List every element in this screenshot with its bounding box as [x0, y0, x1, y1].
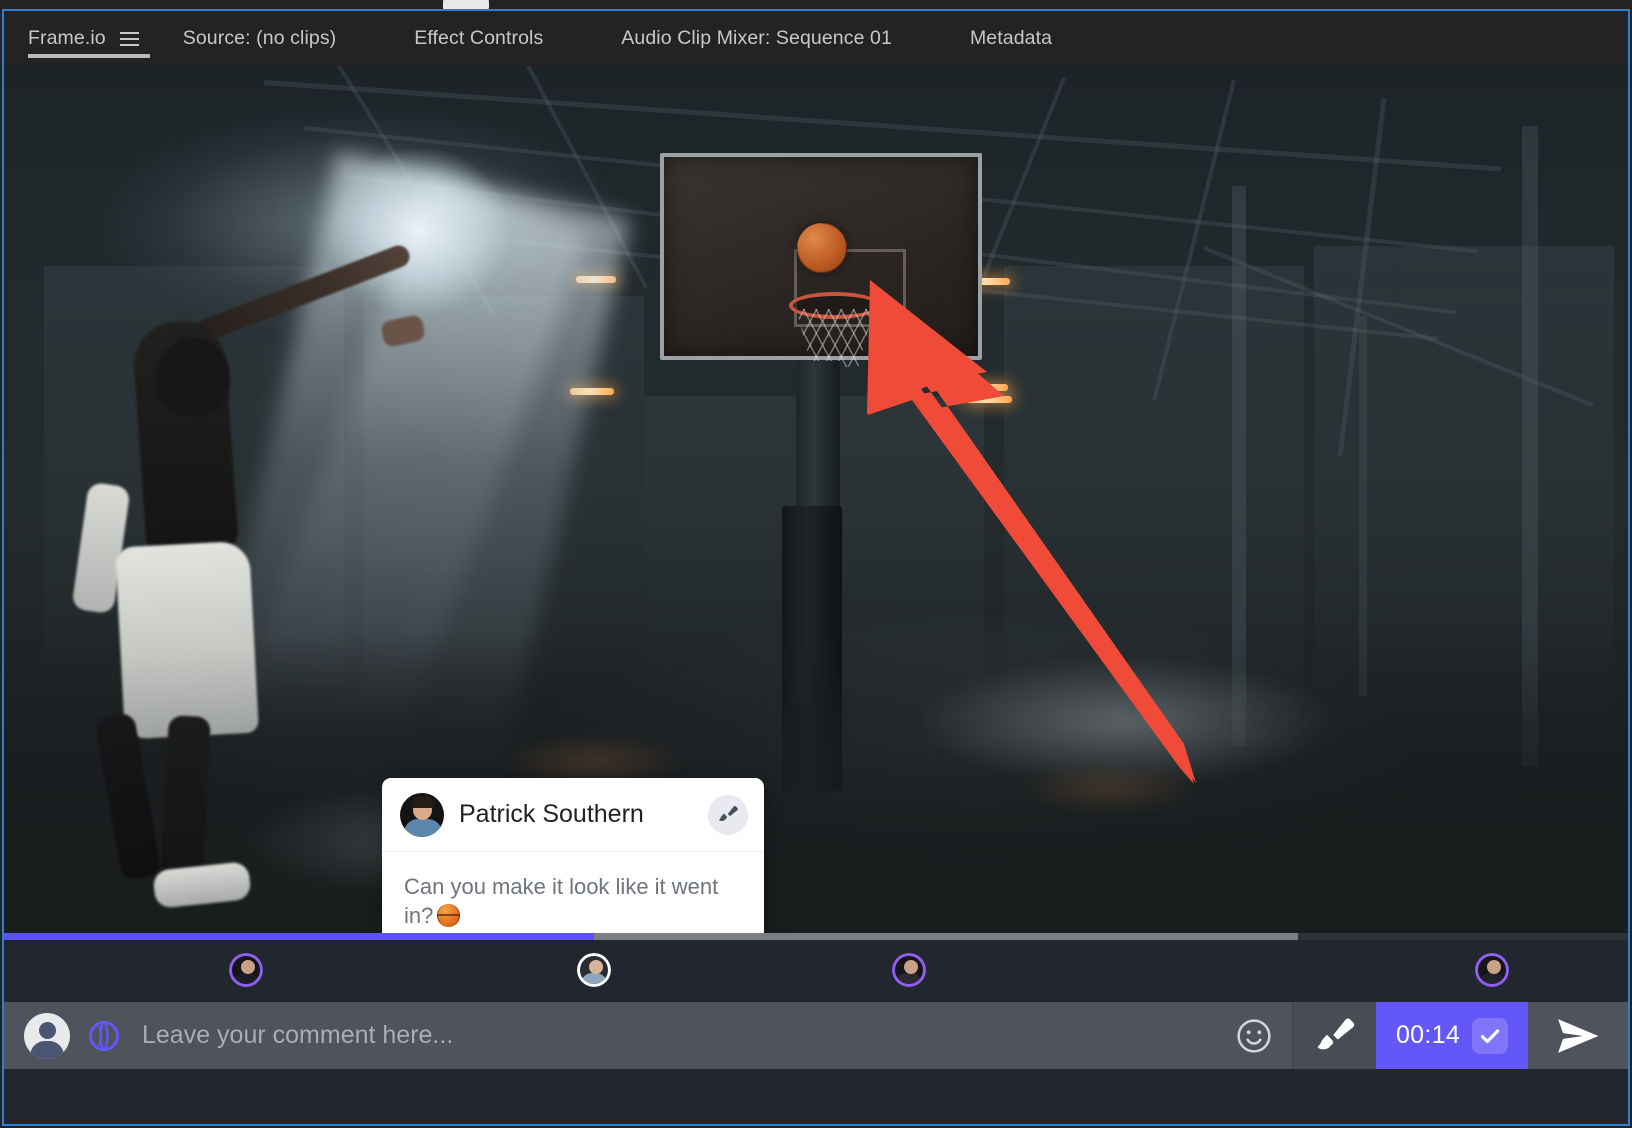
floor-stain-2 [994, 756, 1224, 820]
comment-marker-3[interactable] [891, 953, 926, 987]
panel-focus-frame: Frame.io Source: (no clips) Effect Contr… [2, 9, 1630, 1126]
comment-marker-2[interactable] [576, 953, 611, 987]
current-user-avatar-icon[interactable] [24, 1012, 70, 1059]
tab-source[interactable]: Source: (no clips) [183, 11, 337, 66]
tab-metadata[interactable]: Metadata [970, 11, 1052, 66]
tab-frameio-label: Frame.io [28, 27, 106, 49]
tab-active-underline [28, 54, 150, 58]
comment-popup-header: Patrick Southern [382, 778, 764, 852]
video-scrubber[interactable] [4, 933, 1628, 940]
tab-audio-clip-mixer-label: Audio Clip Mixer: Sequence 01 [621, 27, 892, 49]
send-icon [1558, 1018, 1599, 1053]
tab-audio-clip-mixer[interactable]: Audio Clip Mixer: Sequence 01 [621, 11, 892, 66]
comment-author-avatar [400, 792, 444, 837]
tab-metadata-label: Metadata [969, 27, 1053, 49]
scrubber-played [4, 933, 594, 940]
tab-effect-controls-label: Effect Controls [414, 27, 544, 49]
check-glyph [1480, 1028, 1500, 1043]
hoop-pole [796, 361, 840, 511]
brush-icon [1317, 1018, 1354, 1049]
comment-author-name: Patrick Southern [459, 800, 644, 828]
player-shorts [115, 540, 259, 740]
globe-icon[interactable] [86, 1018, 122, 1054]
comment-text-line-1: Can you make it look like it went [404, 874, 719, 899]
annotation-brush-button[interactable] [1292, 1002, 1376, 1069]
panel-bottom-strip [4, 1069, 1628, 1124]
tab-frameio[interactable]: Frame.io [28, 11, 150, 66]
hamburger-menu-icon[interactable] [119, 31, 139, 46]
comment-popup[interactable]: Patrick Southern Can you make it look li… [382, 778, 764, 933]
comment-popup-body: Can you make it look like it went in? [382, 852, 764, 933]
comment-annotation-brush-icon[interactable] [708, 794, 748, 835]
smiley-icon [1237, 1018, 1271, 1053]
basketball [797, 223, 847, 273]
brush-glyph [719, 805, 738, 821]
video-viewer[interactable]: Patrick Southern Can you make it look li… [4, 66, 1628, 933]
emoji-picker-button[interactable] [1216, 1002, 1292, 1069]
player-head [156, 338, 230, 416]
tab-effect-controls[interactable]: Effect Controls [414, 11, 543, 66]
frameio-panel-window: Frame.io Source: (no clips) Effect Contr… [0, 0, 1632, 1128]
globe-glyph [89, 1020, 119, 1051]
tab-source-label: Source: (no clips) [182, 27, 337, 49]
panel-tab-bar: Frame.io Source: (no clips) Effect Contr… [4, 11, 1628, 66]
check-icon [1472, 1017, 1509, 1054]
send-comment-button[interactable] [1528, 1002, 1628, 1069]
comment-marker-1[interactable] [228, 953, 263, 987]
panel-drag-handle[interactable] [443, 0, 489, 9]
comment-marker-4[interactable] [1474, 953, 1509, 987]
comment-marker-track[interactable] [4, 940, 1628, 1002]
basketball-emoji [437, 904, 461, 928]
comment-composer-bar: 00:14 [4, 1002, 1628, 1069]
timestamp-toggle-button[interactable]: 00:14 [1376, 1002, 1528, 1069]
comment-text-line-2: in? [404, 903, 434, 929]
comment-input[interactable] [142, 1021, 1216, 1050]
timestamp-label: 00:14 [1395, 1021, 1461, 1049]
